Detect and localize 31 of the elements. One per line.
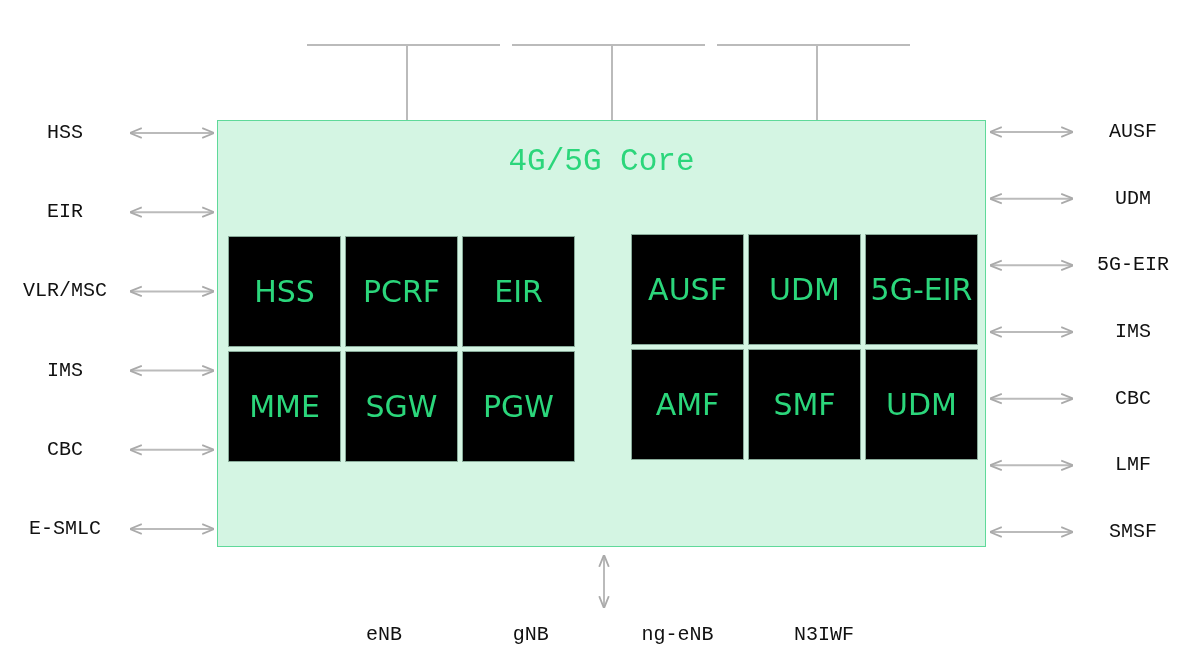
interface-label: AUSF <box>1109 119 1157 145</box>
function-block: UDM <box>748 234 861 345</box>
function-block: AUSF <box>631 234 744 345</box>
function-block: UDM <box>865 349 978 460</box>
access-node-label: ng-eNB <box>641 622 714 648</box>
function-block: SGW <box>345 351 458 462</box>
function-block: PCRF <box>345 236 458 347</box>
interface-label: IMS <box>47 357 83 384</box>
function-block: MME <box>228 351 341 462</box>
interface-label: E-SMLC <box>29 516 101 542</box>
interface-label: EIR <box>47 199 83 226</box>
interface-label: UDM <box>1115 185 1151 212</box>
function-block: HSS <box>228 236 341 347</box>
interface-label: 5G-EIR <box>1097 252 1169 279</box>
access-node-label: gNB <box>512 622 549 648</box>
interface-label: CBC <box>1115 385 1151 412</box>
interface-label: CBC <box>47 436 83 463</box>
function-block: AMF <box>631 349 744 460</box>
function-block: 5G-EIR <box>865 234 978 345</box>
double-arrow <box>598 553 610 610</box>
interface-label: VLR/MSC <box>23 278 107 305</box>
interface-label: IMS <box>1115 319 1151 345</box>
function-block: EIR <box>462 236 575 347</box>
access-node-label: eNB <box>366 622 402 648</box>
core-title: 4G/5G Core <box>507 143 696 181</box>
interface-label: HSS <box>47 120 83 146</box>
interface-label: SMSF <box>1109 519 1157 545</box>
interface-label: LMF <box>1115 452 1151 479</box>
function-block: PGW <box>462 351 575 462</box>
function-block: SMF <box>748 349 861 460</box>
access-node-label: N3IWF <box>794 622 855 648</box>
